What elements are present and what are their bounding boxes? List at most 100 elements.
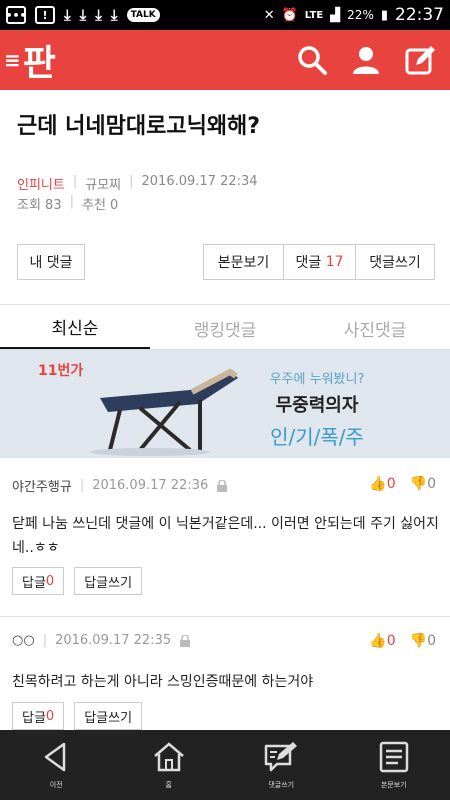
comment-item: 야간주행규 | 2016.09.17 22:36 👍0 👎0 닫페 나눔 쓰닌데…	[0, 476, 450, 616]
downvote-count: 0	[427, 476, 436, 492]
separator: |	[129, 174, 134, 189]
mute-icon: ✕	[263, 7, 275, 23]
comment-item: ○○ | 2016.09.17 22:35 👍0 👎0 친목하려고 하는게 아니…	[0, 633, 450, 730]
status-bar: ••• ! ⤓ ⤓ ⤓ ⤓ TALK ✕ ⏰ LTE ▟ 22% ▮ 22:37	[0, 0, 450, 30]
comments-label: 댓글	[295, 255, 322, 271]
zero-gravity-chair-image	[90, 368, 238, 456]
write-comment-icon	[265, 742, 298, 772]
comment-header: ○○ | 2016.09.17 22:35	[12, 633, 191, 648]
nav-label: 댓글쓰기	[268, 781, 295, 789]
separator: |	[72, 174, 78, 189]
separator: |	[69, 194, 74, 209]
download-icon: ⤓	[79, 6, 87, 24]
talk-badge: TALK	[126, 8, 160, 22]
my-comments-button[interactable]: 내 댓글	[17, 244, 85, 280]
post-date: 2016.09.17 22:34	[141, 174, 258, 189]
like-count: 추천 0	[82, 198, 119, 213]
nav-view-post[interactable]: 본문보기	[338, 730, 450, 800]
post-meta: 인피니트 | 규모찌 | 2016.09.17 22:34	[17, 174, 258, 193]
clock: 22:37	[395, 5, 444, 25]
nav-back[interactable]: 이전	[0, 730, 113, 800]
menu-icon[interactable]: ≡	[4, 48, 21, 72]
network-type: LTE	[304, 9, 324, 21]
separator: |	[42, 633, 48, 648]
search-icon[interactable]	[296, 44, 328, 76]
reply-button[interactable]: 답글 0	[12, 567, 65, 595]
logo[interactable]: ≡ 판	[4, 34, 56, 86]
comment-votes: 👍0 👎0	[369, 476, 436, 492]
download-icon: ⤓	[64, 6, 71, 24]
comment-text: 닫페 나눔 쓰닌데 댓글에 이 닉본거같은데... 이러면 안되는데 주기 싫어…	[12, 516, 439, 556]
nav-write-comment[interactable]: 댓글쓰기	[225, 730, 338, 800]
post-actions: 본문보기 댓글 17 댓글쓰기	[203, 244, 435, 280]
view-count: 조회 83	[17, 198, 62, 213]
comment-date: 2016.09.17 22:35	[55, 633, 172, 648]
write-comment-button[interactable]: 댓글쓰기	[355, 244, 435, 280]
comment-date: 2016.09.17 22:36	[92, 478, 209, 493]
view-post-button[interactable]: 본문보기	[203, 244, 283, 280]
lock-icon	[217, 479, 228, 492]
ad-line3: 인/기/폭/주	[270, 425, 364, 449]
logo-text: 판	[22, 43, 56, 84]
write-reply-button[interactable]: 답글쓰기	[74, 702, 143, 730]
app-bar: ≡ 판	[0, 30, 450, 90]
comments-button[interactable]: 댓글 17	[283, 244, 355, 280]
reply-count: 0	[45, 708, 55, 724]
comment-text: 친목하려고 하는게 아니라 스밍인증때문에 하는거야	[12, 674, 314, 690]
divider	[0, 304, 450, 305]
ad-line2: 무중력의자	[275, 395, 359, 416]
alert-icon: !	[35, 6, 55, 24]
lock-icon	[180, 634, 191, 647]
upvote-count: 0	[386, 633, 396, 649]
reply-label: 답글	[22, 575, 46, 591]
comment-actions: 답글 0 답글쓰기	[12, 567, 143, 595]
comment-votes: 👍0 👎0	[369, 633, 436, 649]
post-title: 근데 너네맘대로고닉왜해?	[17, 114, 261, 139]
reply-label: 답글	[22, 710, 46, 726]
comment-author[interactable]: 야간주행규	[12, 476, 72, 495]
user-icon[interactable]	[350, 44, 382, 76]
signal-icon: ▟	[330, 7, 341, 23]
write-reply-button[interactable]: 답글쓰기	[74, 567, 143, 595]
compose-icon[interactable]	[404, 44, 436, 76]
ad-copy: 우주에 누워봤니? 무중력의자 인/기/폭/주	[262, 368, 372, 450]
post-author[interactable]: 인피니트	[17, 174, 65, 193]
ad-brand: 11번가	[38, 363, 84, 379]
nav-home[interactable]: 홈	[113, 730, 226, 800]
bottom-nav: 이전 홈 댓글쓰기 본문보기	[0, 730, 450, 800]
battery-icon: ▮	[380, 7, 388, 23]
nav-label: 이전	[49, 781, 63, 789]
reply-count: 0	[45, 573, 55, 589]
upvote-button[interactable]: 👍0	[369, 633, 395, 649]
separator: |	[79, 478, 85, 493]
downvote-button[interactable]: 👎0	[410, 633, 436, 649]
comment-header: 야간주행규 | 2016.09.17 22:36	[12, 476, 228, 495]
divider	[0, 616, 450, 617]
downvote-count: 0	[427, 633, 436, 649]
home-icon	[153, 742, 184, 772]
download-icon: ⤓	[110, 6, 118, 24]
nav-label: 홈	[165, 781, 172, 789]
upvote-button[interactable]: 👍0	[369, 476, 395, 492]
tab-ranking[interactable]: 랭킹댓글	[150, 306, 300, 350]
message-icon: •••	[5, 6, 27, 24]
ad-banner[interactable]: 11번가 우주에 누워봤니? 무중력의자 인/기/폭/주	[0, 350, 450, 458]
alarm-icon: ⏰	[281, 7, 298, 23]
nav-label: 본문보기	[380, 781, 407, 789]
tab-latest[interactable]: 최신순	[0, 306, 150, 350]
comment-author[interactable]: ○○	[12, 633, 35, 648]
comment-tabs: 최신순 랭킹댓글 사진댓글	[0, 306, 450, 350]
comments-count: 17	[325, 254, 344, 270]
post-board: 규모찌	[85, 178, 122, 193]
battery-percent: 22%	[347, 8, 374, 22]
upvote-count: 0	[386, 476, 396, 492]
ad-line1: 우주에 누워봤니?	[269, 372, 365, 387]
downvote-button[interactable]: 👎0	[410, 476, 436, 492]
comment-actions: 답글 0 답글쓰기	[12, 702, 143, 730]
back-icon	[45, 742, 66, 772]
post-stats: 조회 83 | 추천 0	[17, 194, 118, 213]
reply-button[interactable]: 답글 0	[12, 702, 65, 730]
tab-photo[interactable]: 사진댓글	[300, 306, 450, 350]
download-icon: ⤓	[95, 6, 102, 24]
document-icon	[379, 741, 408, 773]
